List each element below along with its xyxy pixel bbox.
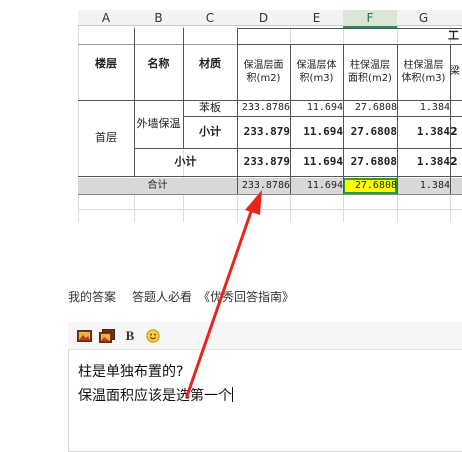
arrow-shaft [185,204,255,398]
arrow-head [245,190,262,215]
red-arrow-annotation [185,190,262,398]
